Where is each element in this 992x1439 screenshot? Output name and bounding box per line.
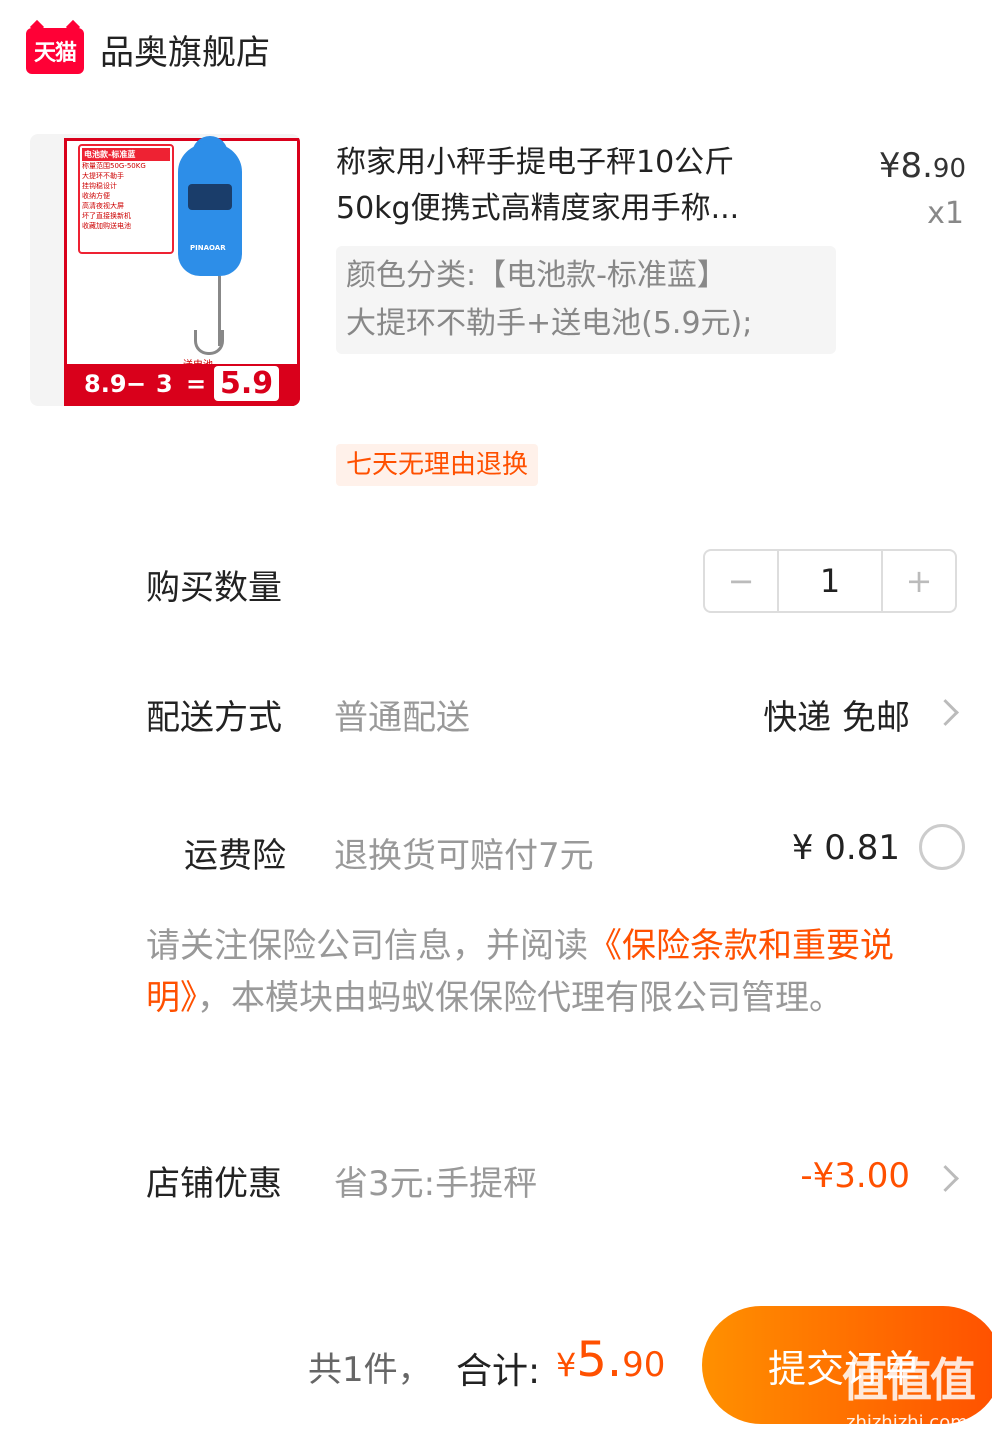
shop-name[interactable]: 品奥旗舰店 (100, 30, 270, 76)
sku-info[interactable]: 颜色分类:【电池款-标准蓝】 大提环不勒手+送电池(5.9元); (336, 246, 836, 354)
thumb-feature-card: 电池款-标准蓝 称量范围50G-50KG 大提环不勒手 挂钩稳设计 收纳方便 高… (78, 144, 174, 254)
delivery-option[interactable]: 快递 免邮 (763, 690, 910, 739)
quantity-stepper[interactable]: − 1 + (703, 549, 957, 613)
watermark-logo: 值值值 (842, 1353, 976, 1407)
product-quantity: x1 (927, 196, 964, 231)
item-count: 共1件， (308, 1350, 432, 1390)
freight-insurance-desc: 退换货可赔付7元 (334, 836, 594, 876)
chevron-right-icon[interactable] (932, 1165, 959, 1192)
store-discount-desc: 省3元:手提秤 (334, 1164, 538, 1204)
delivery-label: 配送方式 (146, 698, 282, 738)
delivery-method: 普通配送 (334, 698, 470, 738)
product-image[interactable]: 电池款-标准蓝 称量范围50G-50KG 大提环不勒手 挂钩稳设计 收纳方便 高… (30, 134, 300, 406)
scale-body-shape: PINAOAR (178, 144, 242, 276)
insurance-notice: 请关注保险公司信息，并阅读《保险条款和重要说明》，本模块由蚂蚁保保险代理有限公司… (146, 926, 894, 1018)
freight-insurance-radio[interactable] (919, 824, 965, 870)
product-price: ¥8.90 (878, 146, 966, 186)
quantity-value[interactable]: 1 (777, 551, 883, 611)
store-discount-amount[interactable]: -¥3.00 (800, 1156, 910, 1196)
total-label: 合计: (456, 1351, 541, 1392)
tmall-logo: 天猫 (26, 28, 84, 74)
chevron-right-icon[interactable] (932, 699, 959, 726)
total-price: ¥5.90 (556, 1332, 666, 1388)
purchase-qty-label: 购买数量 (146, 568, 282, 608)
freight-insurance-label: 运费险 (184, 836, 286, 876)
freight-insurance-price: ¥ 0.81 (791, 828, 900, 868)
scale-screen-shape (188, 184, 232, 210)
store-discount-label: 店铺优惠 (146, 1164, 282, 1204)
increment-button[interactable]: + (883, 551, 955, 611)
decrement-button[interactable]: − (705, 551, 777, 611)
return-policy-badge: 七天无理由退换 (336, 444, 539, 486)
watermark-url: zhizhizhi.com (846, 1412, 968, 1433)
thumb-price-bar: 8.9 − 3 = 5.9 (64, 364, 300, 406)
product-title[interactable]: 称家用小秤手提电子秤10公斤 50kg便携式高精度家用手称... (336, 140, 816, 232)
